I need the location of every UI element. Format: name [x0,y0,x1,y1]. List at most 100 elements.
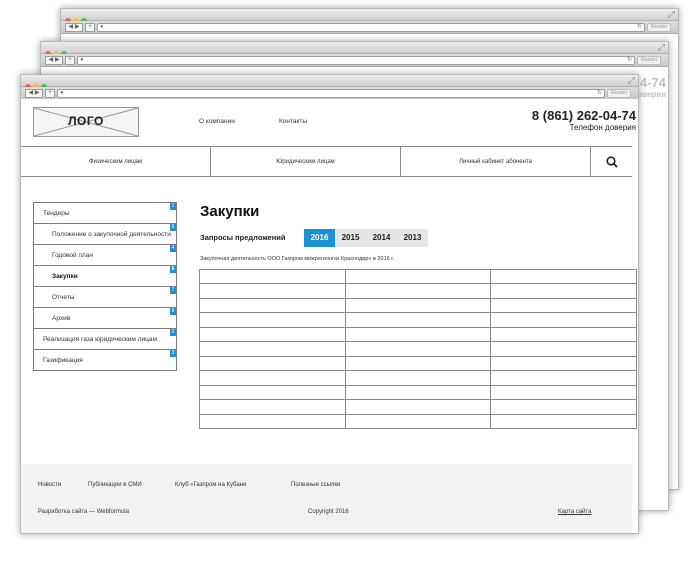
table-row [199,268,637,285]
table-cell [344,370,492,386]
reload-icon[interactable]: ↻ [597,90,602,97]
address-bar[interactable]: ● ↻ [97,23,645,32]
table-cell [344,399,492,415]
table-row [199,326,637,343]
sidebar-item-label: Газификация [43,356,83,364]
address-bar[interactable]: ● ↻ [57,89,605,98]
new-tab-button[interactable]: + [85,23,95,32]
sidebar-item-reports[interactable]: Отчеты 7 [34,287,176,308]
table-cell [490,341,637,357]
table-cell [490,370,637,386]
year-tab-2014[interactable]: 2014 [366,229,397,247]
phone-number[interactable]: 8 (861) 262-04-74 [532,108,636,123]
reload-icon[interactable]: ↻ [627,57,632,64]
new-tab-button[interactable]: + [45,89,55,98]
address-bar[interactable]: ● ↻ [77,56,635,65]
sidebar-item-tenders[interactable]: Тендеры 1 [34,203,176,224]
table-cell [344,268,492,285]
table-cell [199,399,346,415]
table-cell [490,297,637,314]
table-cell [344,384,492,401]
table-cell [344,341,492,357]
table-row [199,297,637,314]
table-row [199,399,637,415]
sidebar-item-gas-sales[interactable]: Реализация газа юридическим лицам 2 [34,329,176,350]
footer-link-media[interactable]: Публикации в СМИ [88,482,142,488]
fullscreen-icon[interactable]: ⤢ [658,42,665,53]
table-cell [344,312,492,328]
table-row [199,384,637,401]
sidebar-badge: 1 [170,203,176,210]
nav-link-contacts[interactable]: Контакты [279,118,307,125]
year-tab-2013[interactable]: 2013 [397,229,428,247]
page-title: Закупки [200,203,260,220]
year-tab-2015[interactable]: 2015 [335,229,366,247]
back-forward-buttons[interactable]: ◀ ▶ [25,89,43,98]
table-row [199,312,637,328]
year-tab-2016[interactable]: 2016 [304,229,335,247]
table-cell [490,268,637,285]
table-cell [344,326,492,343]
footer-link-club[interactable]: Клуб «Газпром на Кубани [175,482,246,488]
sidebar-badge: 7 [170,287,176,294]
table-cell [199,384,346,401]
page-content: ЛОГО О компании Контакты 8 (861) 262-04-… [21,99,638,533]
footer-link-news[interactable]: Новости [38,482,61,488]
menu-item-individuals[interactable]: Физическим лицам [21,147,211,176]
sidebar-item-archive[interactable]: Архив 8 [34,308,176,329]
year-tabs: 2016 2015 2014 2013 [304,229,428,247]
sidebar-item-label: Тендеры [43,209,70,217]
table-cell [199,268,346,285]
reader-button[interactable]: Reader [637,56,662,65]
sidebar-badge: 6 [170,266,176,273]
table-row [199,341,637,357]
table-row [199,355,637,372]
sidebar-badge: 2 [170,329,176,336]
table-cell [490,384,637,401]
table-row [199,283,637,299]
sidebar-item-annual-plan[interactable]: Годовой план 4 [34,245,176,266]
table-row [199,413,637,430]
developer-credit[interactable]: Разработка сайта — Webformula [38,509,129,515]
reader-button[interactable]: Reader [647,23,672,32]
copyright: Copyright 2016 [308,509,349,515]
sidebar-item-label: Архив [52,314,71,322]
search-button[interactable] [591,147,632,176]
back-forward-buttons[interactable]: ◀ ▶ [65,23,83,32]
table-cell [199,326,346,343]
sidebar-item-label: Отчеты [52,293,75,301]
menu-item-personal-account[interactable]: Личный кабинет абонента [401,147,591,176]
table-cell [490,312,637,328]
sitemap-link[interactable]: Карта сайта [558,509,591,515]
reload-icon[interactable]: ↻ [637,24,642,31]
sidebar-item-gasification[interactable]: Газификация 3 [34,350,176,370]
sidebar-menu: Тендеры 1 Положение о закупочной деятельн… [33,202,177,371]
sidebar-item-procurement-regulations[interactable]: Положение о закупочной деятельности 5 [34,224,176,245]
sidebar-item-purchases[interactable]: Закупки 6 [34,266,176,287]
fullscreen-icon[interactable]: ⤢ [668,9,675,20]
nav-link-about[interactable]: О компании [199,118,235,125]
table-cell [344,297,492,314]
main-menu: Физическим лицам Юридическим лицам Личны… [21,146,632,177]
table-cell [199,283,346,299]
reader-button[interactable]: Reader [607,89,632,98]
footer-link-useful[interactable]: Полезные ссылки [291,482,340,488]
fullscreen-icon[interactable]: ⤢ [628,75,635,86]
sidebar-badge: 3 [170,350,176,357]
back-forward-buttons[interactable]: ◀ ▶ [45,56,63,65]
ghost-phone: 4-74 [639,75,666,90]
requests-label: Запросы предложений [200,233,286,242]
sidebar-badge: 5 [170,224,176,231]
sidebar-item-label: Годовой план [52,251,93,259]
menu-item-legal-entities[interactable]: Юридическим лицам [211,147,401,176]
table-cell [199,297,346,314]
table-cell [490,355,637,372]
footer: Новости Публикации в СМИ Клуб «Газпром н… [21,464,632,533]
table-cell [490,413,637,430]
sidebar-badge: 8 [170,308,176,315]
table-cell [199,355,346,372]
logo[interactable]: ЛОГО [33,107,139,137]
new-tab-button[interactable]: + [65,56,75,65]
sidebar-item-label: Положение о закупочной деятельности [52,230,171,238]
table-cell [490,399,637,415]
